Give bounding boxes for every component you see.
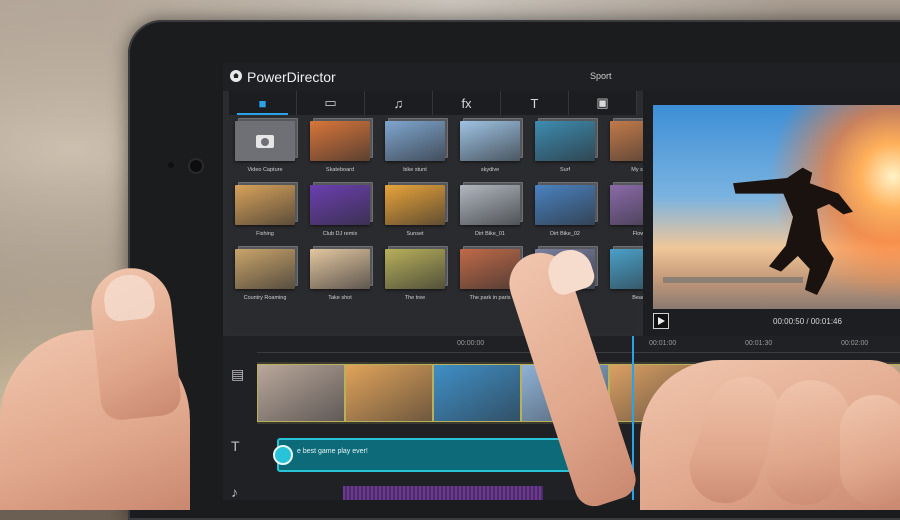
video-tab[interactable]: ■ bbox=[229, 91, 297, 115]
media-item[interactable]: Take shot bbox=[307, 249, 373, 301]
media-item[interactable]: Surf bbox=[532, 121, 598, 173]
media-thumbnail bbox=[310, 121, 370, 161]
preview-panel: 00:00:50 / 00:01:46 bbox=[643, 91, 900, 336]
skater-silhouette bbox=[733, 167, 853, 295]
media-item-label: Take shot bbox=[328, 295, 352, 301]
preview-image bbox=[653, 105, 900, 309]
title-clip-left-handle[interactable] bbox=[273, 445, 293, 465]
ruler-tick-label: 00:02:00 bbox=[841, 340, 869, 347]
library-tabs: ■ ▭ ♫ fx T ▣ bbox=[229, 91, 637, 115]
music-note-icon: ♫ bbox=[393, 95, 404, 111]
title-tab[interactable]: T bbox=[501, 91, 569, 115]
title-clip-text: e best game play ever! bbox=[297, 448, 368, 455]
media-thumbnail bbox=[535, 121, 595, 161]
media-item[interactable]: Country Roaming bbox=[232, 249, 298, 301]
media-item-label: Sunset bbox=[406, 231, 424, 237]
music-tab[interactable]: ♫ bbox=[365, 91, 433, 115]
media-item[interactable]: Dirt Bike_02 bbox=[532, 185, 598, 237]
media-thumbnail bbox=[385, 121, 445, 161]
home-icon[interactable] bbox=[230, 70, 242, 82]
media-item-label: Club DJ remix bbox=[322, 231, 358, 237]
media-item-label: Video Capture bbox=[247, 167, 283, 173]
media-item-label: skydive bbox=[480, 167, 500, 173]
media-item[interactable]: Sunset bbox=[382, 185, 448, 237]
timecode: 00:00:50 / 00:01:46 bbox=[773, 317, 842, 326]
project-name: Sport bbox=[590, 71, 612, 81]
photo-tab[interactable]: ▭ bbox=[297, 91, 365, 115]
ruler-tick-label: 00:00:00 bbox=[457, 340, 485, 347]
media-item-label: bike stunt bbox=[403, 167, 427, 173]
media-item-label: Dirt Bike_01 bbox=[475, 231, 505, 237]
media-thumbnail bbox=[460, 185, 520, 225]
front-camera bbox=[190, 160, 202, 172]
video-clip[interactable] bbox=[257, 364, 345, 422]
ruler-tick-label: 00:01:00 bbox=[649, 340, 677, 347]
video-clip[interactable] bbox=[433, 364, 521, 422]
media-item[interactable]: The tree bbox=[382, 249, 448, 301]
media-item[interactable]: Club DJ remix bbox=[307, 185, 373, 237]
media-item-label: Fishing bbox=[256, 231, 274, 237]
right-finger bbox=[840, 395, 900, 505]
text-t-icon: T bbox=[530, 95, 539, 111]
media-item-label: Surf bbox=[559, 167, 571, 173]
media-thumbnail bbox=[310, 185, 370, 225]
media-item[interactable]: Skateboard bbox=[307, 121, 373, 173]
video-clip[interactable] bbox=[345, 364, 433, 422]
media-item[interactable]: Video Capture bbox=[232, 121, 298, 173]
media-item-label: The tree bbox=[404, 295, 426, 301]
camera-icon bbox=[235, 121, 295, 161]
title-track-icon: T bbox=[231, 438, 240, 454]
play-icon[interactable] bbox=[653, 313, 669, 329]
light-sensor bbox=[168, 162, 174, 168]
app-title: PowerDirector bbox=[247, 69, 336, 85]
effects-tab[interactable]: fx bbox=[433, 91, 501, 115]
media-thumbnail bbox=[235, 249, 295, 289]
media-item[interactable]: skydive bbox=[457, 121, 523, 173]
audio-track-icon: ♪ bbox=[231, 484, 238, 500]
video-track-icon: ▤ bbox=[231, 366, 245, 382]
media-item-label: Country Roaming bbox=[243, 295, 287, 301]
media-item[interactable]: Dirt Bike_01 bbox=[457, 185, 523, 237]
preview-rail bbox=[663, 277, 803, 283]
media-thumbnail bbox=[385, 185, 445, 225]
title-bar: PowerDirector Sport bbox=[223, 63, 900, 91]
fx-icon: fx bbox=[461, 95, 472, 111]
media-thumbnail bbox=[235, 185, 295, 225]
transitions-tab[interactable]: ▣ bbox=[569, 91, 637, 115]
media-item-label: Dirt Bike_02 bbox=[550, 231, 580, 237]
media-thumbnail bbox=[310, 249, 370, 289]
ruler-tick-label: 00:01:30 bbox=[745, 340, 773, 347]
media-thumbnail bbox=[385, 249, 445, 289]
audio-clip[interactable] bbox=[343, 486, 543, 500]
image-icon: ▭ bbox=[324, 95, 337, 110]
media-thumbnail bbox=[460, 121, 520, 161]
briefcase-icon: ▣ bbox=[596, 95, 609, 110]
media-thumbnail bbox=[535, 185, 595, 225]
media-item[interactable]: bike stunt bbox=[382, 121, 448, 173]
media-item-label: Skateboard bbox=[325, 167, 355, 173]
media-item[interactable]: Fishing bbox=[232, 185, 298, 237]
video-camera-icon: ■ bbox=[258, 95, 267, 111]
